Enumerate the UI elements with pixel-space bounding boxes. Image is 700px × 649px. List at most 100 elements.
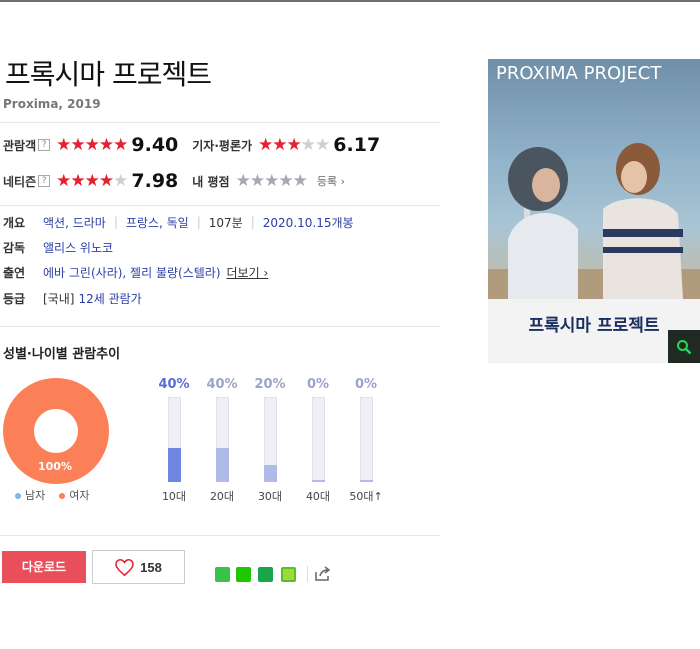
share-icon[interactable]: [314, 566, 331, 582]
star-icon: ★: [235, 171, 251, 191]
female-dot-icon: [59, 493, 66, 499]
donut-percent: 100%: [38, 460, 72, 473]
separator: |: [250, 215, 255, 229]
cast-label: 출연: [3, 265, 26, 280]
legend-male: 남자: [15, 487, 45, 503]
bar: [168, 448, 181, 482]
my-rating-stars[interactable]: ★ ★ ★ ★ ★: [235, 171, 308, 191]
bar-track: [168, 397, 181, 482]
star-icon: ★: [272, 135, 287, 155]
blog-share-icon[interactable]: [236, 567, 251, 582]
audience-rating-label: 관람객 ?: [3, 137, 51, 154]
bar-track: [264, 397, 277, 482]
country-link[interactable]: 프랑스, 독일: [126, 214, 189, 231]
original-title-year: Proxima, 2019: [3, 97, 101, 111]
star-icon: ★: [84, 135, 100, 155]
poster-image-art: [488, 143, 700, 299]
star-icon: ★: [70, 135, 85, 155]
heart-icon: [115, 558, 134, 576]
bar-percent-label: 0%: [306, 377, 330, 392]
like-button[interactable]: 158: [92, 550, 185, 584]
rating-row-2: 네티즌 ? ★ ★ ★ ★ ★ 7.98 내 평점 ★ ★ ★ ★ ★ 등록 ›: [3, 168, 345, 194]
bar-track: [360, 397, 373, 482]
divider: [0, 205, 440, 206]
audience-score: 9.40: [131, 134, 179, 156]
bar-percent-label: 20%: [254, 377, 286, 392]
page-title: 프록시마 프로젝트: [5, 58, 212, 91]
zoom-button[interactable]: [668, 330, 700, 363]
overview-row: 개요 액션, 드라마 | 프랑스, 독일 | 107분 | 2020.10.15…: [3, 213, 354, 231]
overview-label: 개요: [3, 215, 26, 230]
separator: |: [196, 215, 201, 229]
divider: [0, 535, 440, 536]
cast-more-link[interactable]: 더보기 ›: [227, 264, 269, 281]
director-row: 감독 앨리스 위노코: [3, 238, 113, 256]
star-icon: ★: [84, 171, 100, 191]
star-icon: ★: [286, 135, 302, 155]
register-rating-link[interactable]: 등록 ›: [317, 173, 345, 189]
release-date-link[interactable]: 2020.10.15개봉: [263, 214, 354, 231]
audience-stars: ★ ★ ★ ★ ★: [56, 135, 128, 155]
audience-trend-title: 성별·나이별 관람추이: [3, 347, 121, 362]
gender-legend: 남자 여자: [15, 487, 90, 503]
bar-category-label: 20대: [209, 490, 235, 503]
critic-score: 6.17: [333, 134, 381, 156]
star-icon: ★: [300, 135, 316, 155]
divider: [0, 326, 440, 327]
movie-poster[interactable]: PROXIMA PROJECT 프록시마 프로젝트: [488, 59, 700, 363]
divider: [0, 122, 440, 123]
star-icon: ★: [315, 135, 330, 155]
netizen-rating-label: 네티즌 ?: [3, 173, 51, 190]
share-divider: [307, 566, 308, 582]
band-share-icon[interactable]: [215, 567, 230, 582]
bookmark-share-icon[interactable]: [258, 567, 273, 582]
director-label: 감독: [3, 240, 26, 255]
grade-region: [국내]: [43, 291, 75, 306]
grade-row: 등급 [국내] 12세 관람가: [3, 289, 142, 307]
bar-category-label: 50대↑: [349, 490, 383, 503]
bar-percent-label: 0%: [354, 377, 378, 392]
bar-track: [312, 397, 325, 482]
star-icon: ★: [98, 135, 114, 155]
magnifier-icon: [677, 339, 692, 354]
cast-link[interactable]: 에바 그린(사라), 젤리 불량(스텔라): [43, 264, 221, 281]
grade-link[interactable]: 12세 관람가: [78, 290, 141, 307]
download-button[interactable]: 다운로드: [2, 551, 86, 583]
star-icon: ★: [56, 135, 71, 155]
bar: [216, 448, 229, 482]
my-rating-label: 내 평점: [192, 174, 230, 189]
director-link[interactable]: 앨리스 위노코: [43, 239, 113, 256]
star-icon: ★: [278, 171, 293, 191]
bar-category-label: 40대: [305, 490, 331, 503]
bar: [264, 465, 277, 482]
grade-label: 등급: [3, 291, 26, 306]
help-icon[interactable]: ?: [38, 175, 51, 187]
bar-percent-label: 40%: [206, 377, 238, 392]
bar: [312, 480, 325, 482]
star-icon: ★: [292, 171, 308, 191]
bar-percent-label: 40%: [158, 377, 190, 392]
male-dot-icon: [15, 493, 21, 499]
cast-row: 출연 에바 그린(사라), 젤리 불량(스텔라) 더보기 ›: [3, 263, 268, 281]
bar-category-label: 10대: [161, 490, 187, 503]
bar: [360, 480, 373, 482]
critic-rating-label: 기자·평론가: [192, 138, 253, 153]
top-border: [0, 0, 700, 2]
star-icon: ★: [258, 135, 273, 155]
memo-share-icon[interactable]: [281, 567, 296, 582]
bar-category-label: 30대: [257, 490, 283, 503]
star-icon: ★: [98, 171, 114, 191]
bar-track: [216, 397, 229, 482]
separator: |: [113, 215, 118, 229]
star-icon: ★: [264, 171, 279, 191]
star-icon: ★: [249, 171, 265, 191]
poster-title-en: PROXIMA PROJECT: [496, 63, 662, 84]
netizen-stars: ★ ★ ★ ★ ★: [56, 171, 128, 191]
help-icon[interactable]: ?: [38, 139, 51, 151]
genre-link[interactable]: 액션, 드라마: [43, 214, 106, 231]
rating-row-1: 관람객 ? ★ ★ ★ ★ ★ 9.40 기자·평론가 ★ ★ ★ ★ ★ 6.17: [3, 132, 380, 158]
netizen-score: 7.98: [131, 170, 179, 192]
runtime: 107분: [208, 215, 243, 230]
star-icon: ★: [56, 171, 71, 191]
star-icon: ★: [70, 171, 85, 191]
